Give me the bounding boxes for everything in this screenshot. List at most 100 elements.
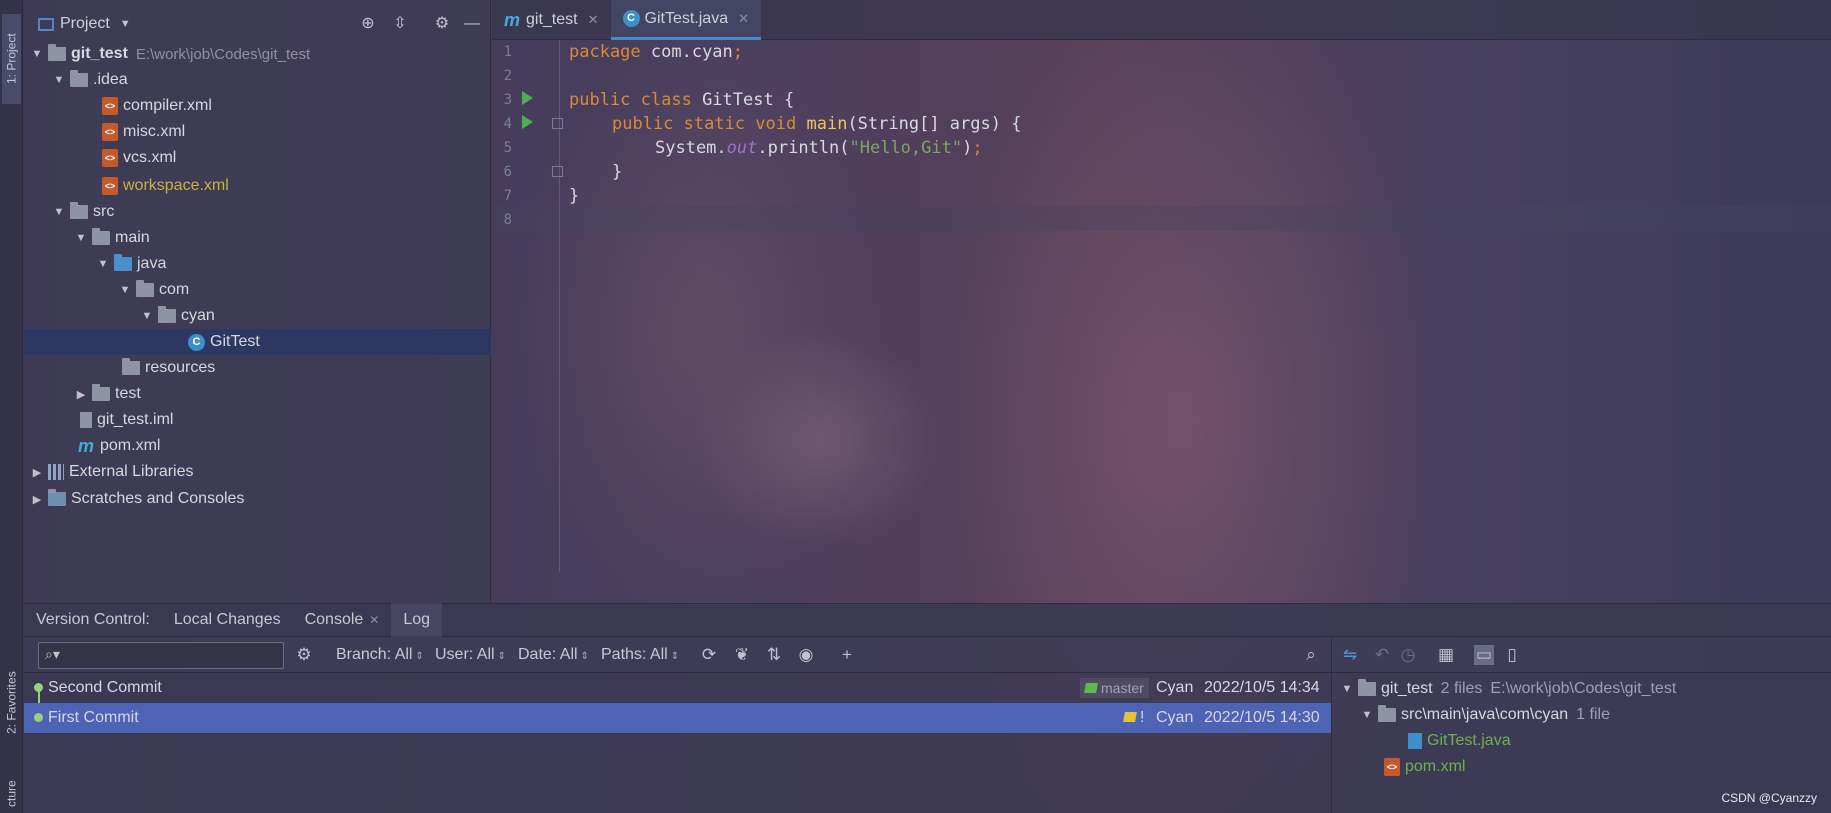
changes-dir-node[interactable]: ▼ src\main\java\com\cyan 1 file (1360, 703, 1610, 727)
gear-icon[interactable]: ⚙ (432, 14, 452, 34)
tree-node-pom-xml[interactable]: m pom.xml (24, 433, 491, 459)
expanded-arrow-icon[interactable]: ▼ (118, 284, 132, 296)
line-number: 6 (503, 164, 512, 180)
tree-node-misc-xml[interactable]: <> misc.xml (24, 119, 491, 145)
expanded-arrow-icon[interactable]: ▼ (1360, 709, 1374, 721)
changes-toolbar: ⇋ ↶ ◷ ▦ ▭ ▯ (1331, 637, 1831, 673)
tree-node-scratches[interactable]: ▶ Scratches and Consoles (24, 486, 491, 512)
expanded-arrow-icon[interactable]: ▼ (52, 206, 66, 218)
branch-filter[interactable]: Branch: All ⇕ (336, 646, 424, 664)
tree-node-compiler-xml[interactable]: <> compiler.xml (24, 93, 491, 119)
code-line-6[interactable]: } (569, 162, 622, 182)
tree-node-test[interactable]: ▶ test (24, 381, 491, 407)
tree-node-main[interactable]: ▼ main (24, 225, 491, 251)
close-icon[interactable]: ✕ (738, 11, 749, 27)
code-line-1[interactable]: package com.cyan; (569, 42, 743, 62)
tree-node-workspace-xml[interactable]: <> workspace.xml (24, 173, 491, 199)
tab-console[interactable]: Console ✕ (293, 603, 392, 637)
xml-file-icon: <> (102, 177, 118, 195)
locate-icon[interactable]: ⊕ (358, 14, 378, 34)
layout-bottom-icon[interactable]: ▭ (1474, 645, 1494, 665)
chevron-down-icon[interactable]: ▼ (120, 18, 131, 30)
tool-tab-structure[interactable]: cture (2, 775, 21, 813)
compare-icon[interactable]: ⇋ (1340, 645, 1360, 665)
code-text: .println( (757, 138, 850, 158)
commit-message: Second Commit (48, 679, 162, 696)
expanded-arrow-icon[interactable]: ▼ (96, 258, 110, 270)
tab-label: Console (304, 611, 364, 628)
tree-node-idea[interactable]: ▼ .idea (24, 67, 491, 93)
date-filter[interactable]: Date: All ⇕ (518, 646, 589, 664)
changes-root-node[interactable]: ▼ git_test 2 files E:\work\job\Codes\git… (1340, 677, 1676, 701)
eye-icon[interactable]: ◉ (796, 645, 816, 665)
user-filter[interactable]: User: All ⇕ (435, 646, 506, 664)
expanded-arrow-icon[interactable]: ▼ (1340, 683, 1354, 695)
commit-graph-dot (34, 713, 43, 722)
tree-node-src[interactable]: ▼ src (24, 199, 491, 225)
tree-node-label: pom.xml (100, 437, 161, 454)
date-filter-label: Date: All (518, 646, 578, 663)
cherry-pick-icon[interactable]: ❦ (732, 645, 752, 665)
tree-node-java[interactable]: ▼ java (24, 251, 491, 277)
code-semicolon: ; (972, 138, 983, 158)
tab-local-changes[interactable]: Local Changes (162, 603, 293, 637)
refresh-icon[interactable]: ⟳ (699, 645, 719, 665)
tree-node-gittest[interactable]: C GitTest (24, 329, 491, 355)
code-text: System. (655, 138, 727, 158)
fold-icon[interactable] (552, 166, 563, 177)
run-main-icon[interactable] (522, 115, 533, 129)
tree-node-root[interactable]: ▼ git_test E:\work\job\Codes\git_test (24, 41, 491, 67)
code-line-7[interactable]: } (569, 186, 579, 206)
code-line-5[interactable]: System.out.println("Hello,Git"); (569, 138, 983, 158)
tree-node-git-test-iml[interactable]: git_test.iml (24, 407, 491, 433)
line-number: 1 (503, 44, 512, 60)
layout-right-icon[interactable]: ▯ (1502, 645, 1522, 665)
collapsed-arrow-icon[interactable]: ▶ (74, 388, 88, 401)
expanded-arrow-icon[interactable]: ▼ (140, 310, 154, 322)
minimize-icon[interactable]: — (462, 14, 482, 34)
expanded-arrow-icon[interactable]: ▼ (74, 232, 88, 244)
fold-icon[interactable] (552, 118, 563, 129)
changed-file-pom[interactable]: <> pom.xml (1380, 755, 1465, 779)
commit-row[interactable]: First Commit ! Cyan 2022/10/5 14:30 (24, 703, 1331, 733)
code-line-4[interactable]: public static void main(String[] args) { (569, 114, 1021, 134)
close-icon[interactable]: ✕ (369, 613, 379, 627)
tree-node-label: main (115, 229, 150, 246)
group-by-icon[interactable]: ▦ (1436, 645, 1456, 665)
java-file-icon (1408, 733, 1422, 749)
editor-tab-pom[interactable]: m git_test ✕ (492, 0, 611, 40)
collapsed-arrow-icon[interactable]: ▶ (30, 466, 44, 479)
tree-node-external-libraries[interactable]: ▶ External Libraries (24, 459, 491, 485)
tree-node-cyan[interactable]: ▼ cyan (24, 303, 491, 329)
collapsed-arrow-icon[interactable]: ▶ (30, 493, 44, 506)
undo-icon[interactable]: ↶ (1372, 645, 1392, 665)
close-icon[interactable]: ✕ (588, 12, 599, 28)
tool-tab-structure-label: cture (4, 780, 19, 808)
expanded-arrow-icon[interactable]: ▼ (52, 74, 66, 86)
search-icon[interactable]: ⌕ (1301, 645, 1321, 665)
version-control-label: Version Control: (36, 611, 150, 628)
run-class-icon[interactable] (522, 91, 533, 105)
expanded-arrow-icon[interactable]: ▼ (30, 48, 44, 60)
tree-node-vcs-xml[interactable]: <> vcs.xml (24, 145, 491, 171)
add-icon[interactable]: + (837, 645, 857, 665)
collapse-all-icon[interactable]: ⇳ (390, 14, 410, 34)
tree-node-resources[interactable]: resources (24, 355, 491, 381)
history-icon[interactable]: ◷ (1398, 645, 1418, 665)
gear-icon[interactable]: ⚙ (294, 645, 314, 665)
tool-tab-project[interactable]: 1: Project (2, 14, 21, 104)
sort-icon[interactable]: ⇅ (764, 645, 784, 665)
tree-node-label: git_test (71, 45, 128, 62)
tree-node-com[interactable]: ▼ com (24, 277, 491, 303)
project-panel-title[interactable]: Project (60, 15, 110, 33)
tool-tab-favorites[interactable]: 2: Favorites (2, 655, 21, 750)
code-line-3[interactable]: public class GitTest { (569, 90, 794, 110)
sort-arrows-icon: ⇕ (497, 651, 506, 662)
editor-tab-gittest[interactable]: C GitTest.java ✕ (610, 0, 761, 40)
paths-filter[interactable]: Paths: All ⇕ (601, 646, 679, 664)
commit-row[interactable]: Second Commit master Cyan 2022/10/5 14:3… (24, 673, 1331, 703)
changed-file-gittest[interactable]: GitTest.java (1404, 729, 1511, 753)
tab-log[interactable]: Log (391, 603, 443, 637)
log-search-input[interactable]: ⌕▾ (38, 642, 284, 669)
sort-arrows-icon: ⇕ (415, 651, 424, 662)
